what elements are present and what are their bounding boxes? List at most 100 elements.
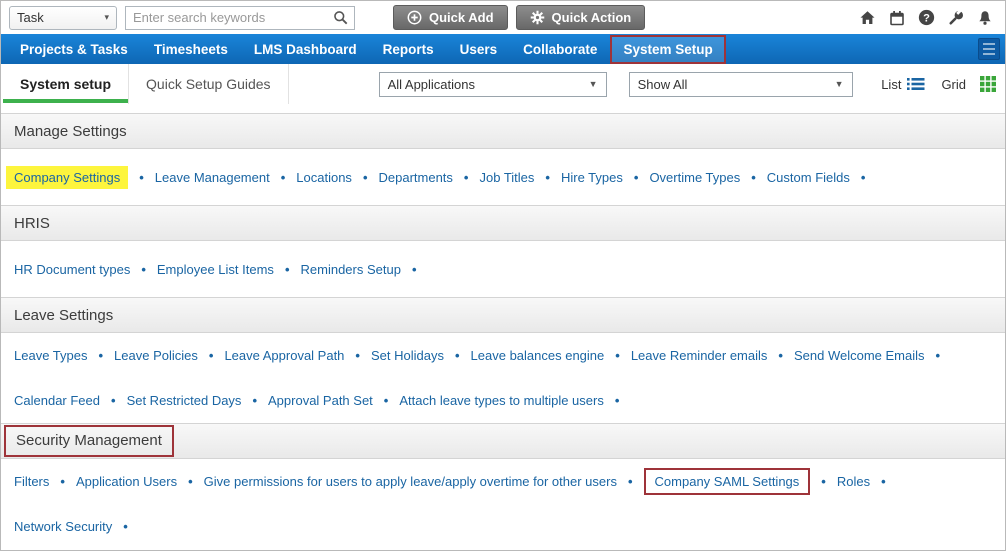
links-row: Company Settings • Leave Management • Lo… xyxy=(1,149,1005,205)
links-row: Leave Types • Leave Policies • Leave App… xyxy=(1,333,1005,378)
link-give-permissions[interactable]: Give permissions for users to apply leav… xyxy=(204,474,617,489)
links-row: Network Security • xyxy=(1,504,1005,549)
link-attach-leave-types-to-multiple-users[interactable]: Attach leave types to multiple users xyxy=(399,393,604,408)
link-leave-management[interactable]: Leave Management xyxy=(155,170,270,185)
link-leave-policies[interactable]: Leave Policies xyxy=(114,348,198,363)
links-row: Calendar Feed • Set Restricted Days • Ap… xyxy=(1,378,1005,423)
links-row: Filters • Application Users • Give permi… xyxy=(1,459,1005,504)
link-set-holidays[interactable]: Set Holidays xyxy=(371,348,444,363)
bullet-separator: • xyxy=(463,169,469,185)
link-overtime-types[interactable]: Overtime Types xyxy=(649,170,740,185)
plus-circle-icon xyxy=(407,10,422,25)
svg-text:?: ? xyxy=(923,12,930,24)
nav-item-projects-tasks[interactable]: Projects & Tasks xyxy=(7,34,141,64)
home-icon[interactable] xyxy=(859,10,876,26)
annotation-box-company-saml-settings: Company SAML Settings xyxy=(643,468,811,495)
nav-item-system-setup[interactable]: System Setup xyxy=(610,34,726,64)
bullet-separator: • xyxy=(627,474,633,489)
tools-icon[interactable] xyxy=(948,9,964,26)
bullet-separator: • xyxy=(252,393,257,408)
view-toggle: List Grid xyxy=(881,76,1005,92)
grid-view-label: Grid xyxy=(941,76,966,92)
link-locations[interactable]: Locations xyxy=(296,170,352,185)
subnav: System setup Quick Setup Guides All Appl… xyxy=(1,64,1005,104)
bullet-separator: • xyxy=(383,393,389,408)
bullet-separator: • xyxy=(188,474,193,489)
nav-item-timesheets[interactable]: Timesheets xyxy=(141,34,241,64)
nav-item-collaborate[interactable]: Collaborate xyxy=(510,34,610,64)
topbar: Task ▾ Quick Add Quick Action xyxy=(1,1,1005,34)
link-company-saml-settings[interactable]: Company SAML Settings xyxy=(655,474,800,489)
tab-system-setup[interactable]: System setup xyxy=(3,64,130,104)
search-input[interactable] xyxy=(126,10,327,25)
link-roles[interactable]: Roles xyxy=(837,474,870,489)
search-box xyxy=(125,5,355,30)
bullet-separator: • xyxy=(454,348,460,363)
bullet-separator: • xyxy=(935,348,941,363)
bullet-separator: • xyxy=(411,261,417,277)
link-leave-balances-engine[interactable]: Leave balances engine xyxy=(471,348,605,363)
list-view-label: List xyxy=(881,76,902,92)
bullet-separator: • xyxy=(751,169,756,185)
nav-apps-button[interactable] xyxy=(978,38,1000,60)
app-window: Task ▾ Quick Add Quick Action xyxy=(0,0,1006,551)
link-application-users[interactable]: Application Users xyxy=(76,474,177,489)
application-filter-select[interactable]: All Applications ▼ xyxy=(378,71,607,97)
help-icon[interactable]: ? xyxy=(918,9,935,26)
link-leave-approval-path[interactable]: Leave Approval Path xyxy=(224,348,344,363)
link-hr-document-types[interactable]: HR Document types xyxy=(14,262,130,277)
link-filters[interactable]: Filters xyxy=(14,474,49,489)
quick-add-button[interactable]: Quick Add xyxy=(393,5,508,30)
show-filter-select[interactable]: Show All ▼ xyxy=(628,71,853,97)
link-leave-types[interactable]: Leave Types xyxy=(14,348,87,363)
search-icon[interactable] xyxy=(327,10,354,25)
section-header-hris: HRIS xyxy=(1,205,1005,241)
nav-item-users[interactable]: Users xyxy=(447,34,511,64)
tab-quick-setup-guides[interactable]: Quick Setup Guides xyxy=(129,64,289,104)
chevron-down-icon: ▾ xyxy=(104,12,109,22)
bullet-separator: • xyxy=(111,393,116,408)
section-title: Security Management xyxy=(16,432,162,449)
bullet-separator: • xyxy=(280,169,286,185)
grid-view-icon[interactable] xyxy=(980,76,996,92)
search-scope-select[interactable]: Task ▾ xyxy=(9,5,117,30)
section-header-security-management: Security Management xyxy=(1,423,1005,459)
link-hire-types[interactable]: Hire Types xyxy=(561,170,623,185)
link-leave-reminder-emails[interactable]: Leave Reminder emails xyxy=(631,348,768,363)
link-send-welcome-emails[interactable]: Send Welcome Emails xyxy=(794,348,925,363)
link-network-security[interactable]: Network Security xyxy=(14,519,112,534)
gear-icon xyxy=(530,10,545,25)
notifications-icon[interactable] xyxy=(977,10,993,26)
main-nav: Projects & Tasks Timesheets LMS Dashboar… xyxy=(1,34,1005,64)
bullet-separator: • xyxy=(615,348,620,363)
bullet-separator: • xyxy=(284,261,290,277)
bullet-separator: • xyxy=(139,169,144,185)
section-header-leave-settings: Leave Settings xyxy=(1,297,1005,333)
link-custom-fields[interactable]: Custom Fields xyxy=(767,170,850,185)
link-approval-path-set[interactable]: Approval Path Set xyxy=(268,393,373,408)
nav-item-reports[interactable]: Reports xyxy=(370,34,447,64)
topbar-icon-group: ? xyxy=(859,9,997,26)
calendar-icon[interactable] xyxy=(889,10,905,26)
section-header-manage-settings: Manage Settings xyxy=(1,113,1005,149)
dropdown-arrow-icon: ▼ xyxy=(834,79,844,89)
link-reminders-setup[interactable]: Reminders Setup xyxy=(301,262,401,277)
links-row: HR Document types • Employee List Items … xyxy=(1,241,1005,297)
link-company-settings[interactable]: Company Settings xyxy=(6,165,129,189)
link-job-titles[interactable]: Job Titles xyxy=(479,170,534,185)
link-calendar-feed[interactable]: Calendar Feed xyxy=(14,393,100,408)
bullet-separator: • xyxy=(123,519,128,534)
link-set-restricted-days[interactable]: Set Restricted Days xyxy=(127,393,242,408)
bullet-separator: • xyxy=(98,348,104,363)
show-filter-value: Show All xyxy=(637,76,688,92)
bullet-separator: • xyxy=(545,169,550,185)
link-employee-list-items[interactable]: Employee List Items xyxy=(157,262,274,277)
list-view-icon[interactable] xyxy=(907,77,925,91)
bullet-separator: • xyxy=(60,474,65,489)
quick-action-button[interactable]: Quick Action xyxy=(515,5,646,30)
bullet-separator: • xyxy=(778,348,783,363)
quick-add-label: Quick Add xyxy=(429,10,494,25)
nav-item-lms-dashboard[interactable]: LMS Dashboard xyxy=(241,34,370,64)
quick-action-label: Quick Action xyxy=(551,10,632,25)
link-departments[interactable]: Departments xyxy=(379,170,453,185)
